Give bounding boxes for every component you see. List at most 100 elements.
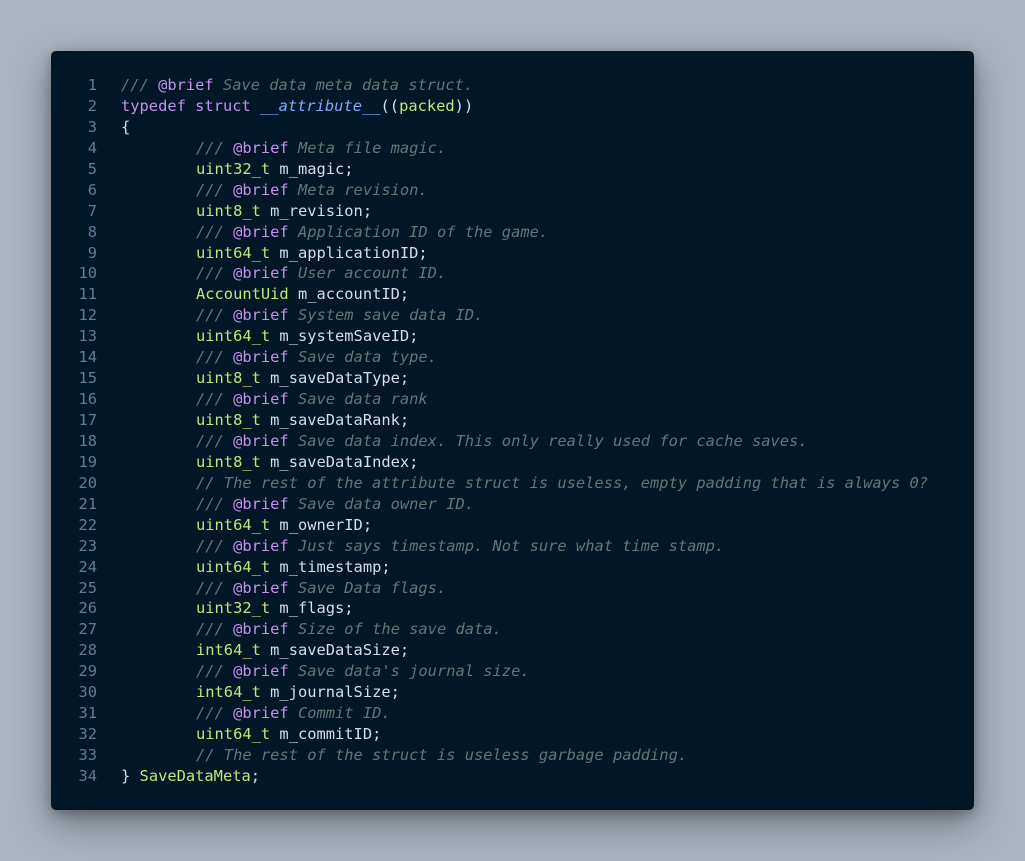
line-number: 5 <box>87 159 97 178</box>
token-type: uint8_t <box>196 411 261 429</box>
line-source: /// @brief Save data meta data struct. <box>97 75 473 96</box>
token-punct: ; <box>362 201 373 220</box>
code-line: 9 uint64_t m_applicationID; <box>51 243 974 264</box>
token-comment: Commit ID. <box>288 704 391 723</box>
code-window: 1/// @brief Save data meta data struct. 2… <box>51 51 974 810</box>
token-comment: /// <box>196 222 234 241</box>
token-ident: m_ownerID <box>279 515 363 534</box>
line-source: /// @brief Size of the save data. <box>97 619 502 640</box>
token-comment: /// <box>196 138 234 157</box>
line-source: /// @brief Application ID of the game. <box>97 222 548 243</box>
token-type: uint8_t <box>196 369 261 388</box>
line-source: /// @brief Save data's journal size. <box>97 661 530 682</box>
line-source: /// @brief System save data ID. <box>97 305 483 326</box>
token-type: uint64_t <box>196 327 271 346</box>
code-line: 6/// @brief Meta revision. <box>51 180 974 201</box>
token-comment: /// <box>196 264 234 283</box>
token-punct: ; <box>409 327 419 346</box>
line-source: /// @brief Just says timestamp. Not sure… <box>97 536 724 557</box>
token-tag: @brief <box>233 264 289 283</box>
token-ident: m_commitID <box>279 725 373 744</box>
token-punct: ; <box>362 515 373 534</box>
token-ident: m_magic <box>279 159 345 178</box>
code-line: 21/// @brief Save data owner ID. <box>51 494 974 515</box>
code-line: 24 uint64_t m_timestamp; <box>51 557 974 578</box>
token-type: AccountUid <box>196 285 289 304</box>
token-tag: @brief <box>233 138 289 157</box>
line-source: /// @brief Meta revision. <box>97 180 428 201</box>
token-ident: m_applicationID <box>279 243 419 262</box>
token-ident: m_timestamp <box>279 557 382 576</box>
token-keyword: struct <box>195 96 251 115</box>
token-comment: /// <box>196 348 234 367</box>
token-comment: Save Data flags. <box>288 578 447 597</box>
code-line: 8/// @brief Application ID of the game. <box>51 222 974 243</box>
token-keyword: typedef <box>121 96 186 115</box>
token-type: int64_t <box>196 683 261 702</box>
token-tag: @brief <box>158 76 214 94</box>
line-number: 1 <box>87 76 97 94</box>
line-source: uint64_t m_timestamp; <box>97 557 391 578</box>
line-source: uint64_t m_ownerID; <box>97 515 372 536</box>
token-punct: (( <box>380 96 400 115</box>
code-line: 5 uint32_t m_magic; <box>51 159 974 180</box>
token-type: int64_t <box>196 641 261 660</box>
token-punct: ; <box>399 285 410 304</box>
code-line: 30 int64_t m_journalSize; <box>51 682 974 703</box>
token-type: uint8_t <box>196 452 261 471</box>
code-line: 15 uint8_t m_saveDataType; <box>51 368 974 389</box>
line-source: /// @brief Save data owner ID. <box>97 494 474 515</box>
line-number: 14 <box>78 348 97 367</box>
token-tag: @brief <box>233 431 289 450</box>
line-source: uint32_t m_magic; <box>97 159 354 180</box>
token-comment: /// <box>121 76 159 94</box>
line-number: 8 <box>87 222 97 241</box>
line-source: } SaveDataMeta; <box>97 766 260 787</box>
token-comment: /// <box>196 494 234 513</box>
token-tag: @brief <box>233 180 289 199</box>
line-number: 34 <box>78 766 97 785</box>
token-ident: m_journalSize <box>270 683 391 702</box>
code-line: 32 uint64_t m_commitID; <box>51 724 974 745</box>
token-type: uint64_t <box>196 243 271 262</box>
token-type: uint64_t <box>196 557 271 576</box>
code-line: 26 uint32_t m_flags; <box>51 598 974 619</box>
token-comment: Save data meta data struct. <box>213 76 474 94</box>
token-punct: ; <box>399 369 410 388</box>
code-line: 11 AccountUid m_accountID; <box>51 284 974 305</box>
line-source: /// @brief Save data type. <box>97 347 437 368</box>
line-source: int64_t m_journalSize; <box>97 682 400 703</box>
line-source: // The rest of the attribute struct is u… <box>97 473 928 494</box>
code-line: 22 uint64_t m_ownerID; <box>51 515 974 536</box>
code-line: 7 uint8_t m_revision; <box>51 201 974 222</box>
line-number: 24 <box>78 557 97 576</box>
line-number: 10 <box>78 264 97 283</box>
line-source: uint64_t m_systemSaveID; <box>97 326 418 347</box>
code-line: 20 // The rest of the attribute struct is… <box>51 473 974 494</box>
line-source: /// @brief Save data index. This only re… <box>97 431 808 452</box>
code-line: 19 uint8_t m_saveDataIndex; <box>51 452 974 473</box>
line-source: int64_t m_saveDataSize; <box>97 640 409 661</box>
line-source: AccountUid m_accountID; <box>97 284 409 305</box>
token-punct: } <box>121 766 140 785</box>
token-comment: Meta revision. <box>288 180 428 199</box>
line-number: 12 <box>78 306 97 325</box>
token-punct: )) <box>454 96 474 115</box>
token-tag: @brief <box>233 578 289 597</box>
line-source: /// @brief Save data rank <box>97 389 428 410</box>
line-number: 4 <box>87 138 97 157</box>
token-ident: m_saveDataRank <box>270 411 400 429</box>
code-line: 1/// @brief Save data meta data struct. <box>51 75 974 96</box>
code-block: 1/// @brief Save data meta data struct. 2… <box>51 75 974 787</box>
token-comment: Save data rank <box>288 390 428 409</box>
token-tag: @brief <box>233 662 289 681</box>
token-comment: Meta file magic. <box>288 138 447 157</box>
token-punct: ; <box>399 641 410 660</box>
code-line: 34} SaveDataMeta; <box>51 766 974 787</box>
token-ident: m_saveDataSize <box>270 641 400 660</box>
code-line: 3{ <box>51 117 974 138</box>
token-comment: /// <box>196 306 234 325</box>
